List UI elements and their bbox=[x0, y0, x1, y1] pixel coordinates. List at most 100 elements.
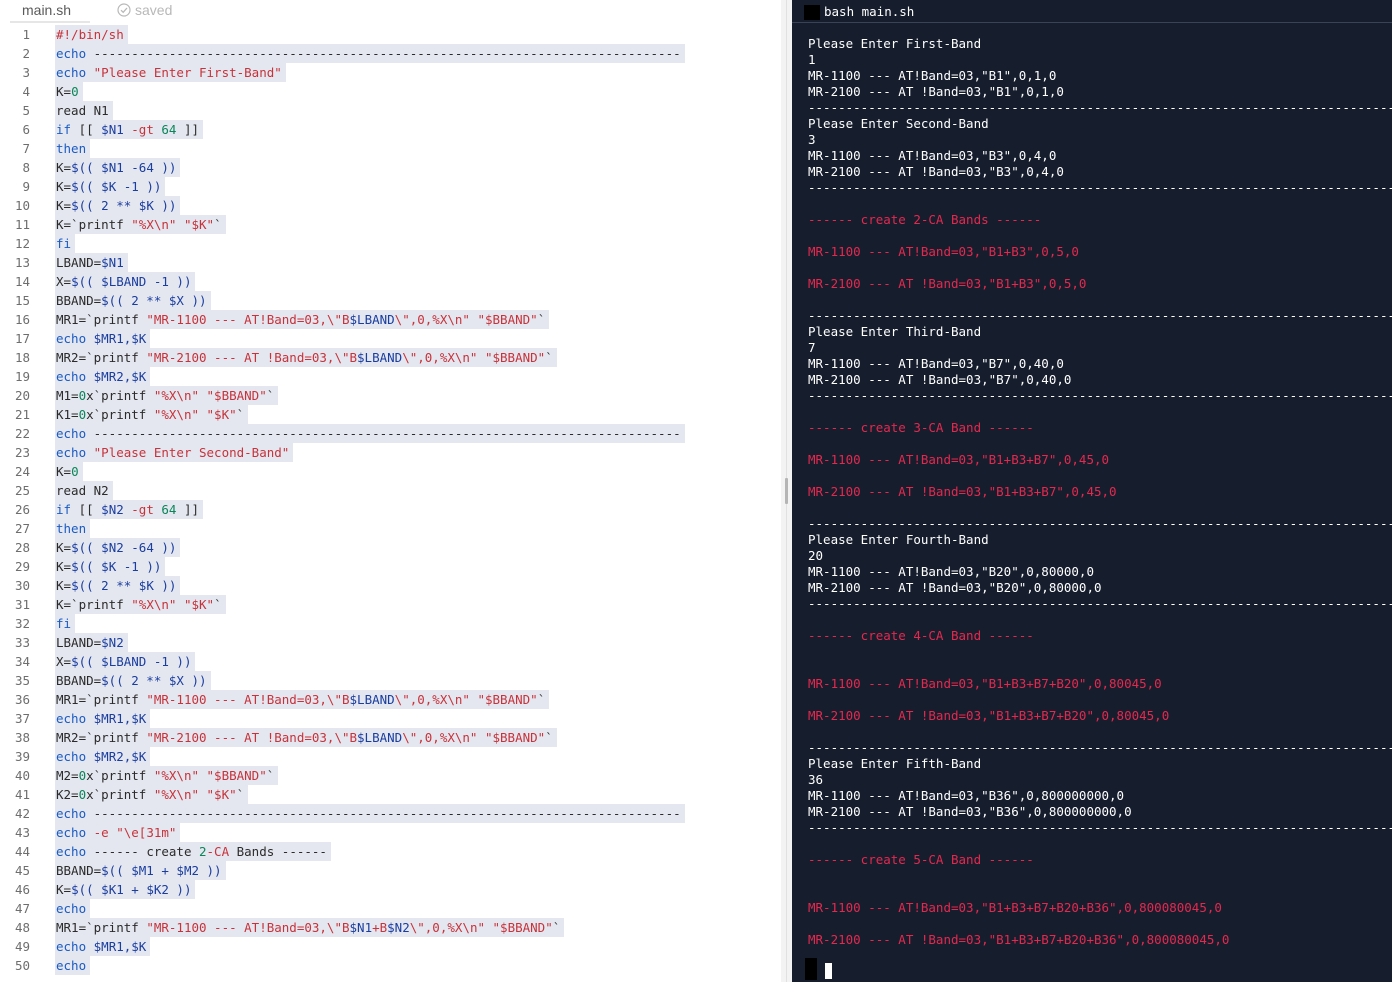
code-line[interactable]: 3 echo "Please Enter First-Band" bbox=[0, 63, 781, 82]
line-content[interactable]: K1=0x`printf "%X\n" "$K"` bbox=[55, 405, 249, 424]
line-content[interactable]: K2=0x`printf "%X\n" "$K"` bbox=[55, 785, 249, 804]
code-line[interactable]: 35 BBAND=$(( 2 ** $X )) bbox=[0, 671, 781, 690]
code-line[interactable]: 20 M1=0x`printf "%X\n" "$BBAND"` bbox=[0, 386, 781, 405]
line-content[interactable]: echo "Please Enter First-Band" bbox=[55, 63, 286, 82]
code-line[interactable]: 24 K=0 bbox=[0, 462, 781, 481]
line-content[interactable]: if [[ $N1 -gt 64 ]] bbox=[55, 120, 204, 139]
line-content[interactable]: echo -----------------------------------… bbox=[55, 44, 685, 63]
line-content[interactable]: K=$(( $N1 -64 )) bbox=[55, 158, 181, 177]
line-content[interactable]: M2=0x`printf "%X\n" "$BBAND"` bbox=[55, 766, 279, 785]
line-content[interactable]: MR1=`printf "MR-1100 --- AT!Band=03,\"B$… bbox=[55, 918, 565, 937]
code-line[interactable]: 42 echo ---------------------------------… bbox=[0, 804, 781, 823]
code-line[interactable]: 47 echo bbox=[0, 899, 781, 918]
code-line[interactable]: 9 K=$(( $K -1 )) bbox=[0, 177, 781, 196]
line-content[interactable]: echo $MR2,$K bbox=[55, 367, 151, 386]
code-line[interactable]: 29 K=$(( $K -1 )) bbox=[0, 557, 781, 576]
line-content[interactable]: echo $MR1,$K bbox=[55, 329, 151, 348]
line-content[interactable]: K=`printf "%X\n" "$K"` bbox=[55, 215, 226, 234]
line-content[interactable]: if [[ $N2 -gt 64 ]] bbox=[55, 500, 204, 519]
code-line[interactable]: 48 MR1=`printf "MR-1100 --- AT!Band=03,\"… bbox=[0, 918, 781, 937]
code-line[interactable]: 6 if [[ $N1 -gt 64 ]] bbox=[0, 120, 781, 139]
line-content[interactable]: #!/bin/sh bbox=[55, 25, 128, 44]
line-content[interactable]: MR2=`printf "MR-2100 --- AT !Band=03,\"B… bbox=[55, 728, 557, 747]
line-content[interactable]: echo bbox=[55, 956, 91, 975]
code-line[interactable]: 10 K=$(( 2 ** $K )) bbox=[0, 196, 781, 215]
code-line[interactable]: 14 X=$(( $LBAND -1 )) bbox=[0, 272, 781, 291]
code-line[interactable]: 16 MR1=`printf "MR-1100 --- AT!Band=03,\"… bbox=[0, 310, 781, 329]
code-line[interactable]: 49 echo $MR1,$K bbox=[0, 937, 781, 956]
code-line[interactable]: 15 BBAND=$(( 2 ** $X )) bbox=[0, 291, 781, 310]
code-line[interactable]: 41 K2=0x`printf "%X\n" "$K"` bbox=[0, 785, 781, 804]
code-line[interactable]: 2 echo ----------------------------------… bbox=[0, 44, 781, 63]
code-line[interactable]: 22 echo ---------------------------------… bbox=[0, 424, 781, 443]
code-area[interactable]: 1 #!/bin/sh 2 echo ------------------------… bbox=[0, 25, 781, 982]
line-content[interactable]: echo ------ create 2-CA Bands ------ bbox=[55, 842, 331, 861]
line-content[interactable]: echo $MR1,$K bbox=[55, 937, 151, 956]
code-line[interactable]: 18 MR2=`printf "MR-2100 --- AT !Band=03,\… bbox=[0, 348, 781, 367]
line-content[interactable]: echo -----------------------------------… bbox=[55, 804, 685, 823]
code-line[interactable]: 1 #!/bin/sh bbox=[0, 25, 781, 44]
line-content[interactable]: K=$(( $N2 -64 )) bbox=[55, 538, 181, 557]
code-line[interactable]: 26 if [[ $N2 -gt 64 ]] bbox=[0, 500, 781, 519]
line-content[interactable]: MR2=`printf "MR-2100 --- AT !Band=03,\"B… bbox=[55, 348, 557, 367]
resize-grip-icon[interactable] bbox=[785, 478, 788, 504]
code-line[interactable]: 46 K=$(( $K1 + $K2 )) bbox=[0, 880, 781, 899]
code-line[interactable]: 33 LBAND=$N2 bbox=[0, 633, 781, 652]
line-content[interactable]: read N1 bbox=[55, 101, 113, 120]
line-content[interactable]: LBAND=$N1 bbox=[55, 253, 128, 272]
code-line[interactable]: 21 K1=0x`printf "%X\n" "$K"` bbox=[0, 405, 781, 424]
code-line[interactable]: 5 read N1 bbox=[0, 101, 781, 120]
line-content[interactable]: K=$(( $K1 + $K2 )) bbox=[55, 880, 196, 899]
line-content[interactable]: K=$(( 2 ** $K )) bbox=[55, 576, 181, 595]
code-line[interactable]: 43 echo -e "\e[31m" bbox=[0, 823, 781, 842]
line-content[interactable]: echo -----------------------------------… bbox=[55, 424, 685, 443]
code-line[interactable]: 30 K=$(( 2 ** $K )) bbox=[0, 576, 781, 595]
code-line[interactable]: 50 echo bbox=[0, 956, 781, 975]
line-content[interactable]: BBAND=$(( $M1 + $M2 )) bbox=[55, 861, 226, 880]
line-content[interactable]: K=0 bbox=[55, 82, 83, 101]
code-line[interactable]: 8 K=$(( $N1 -64 )) bbox=[0, 158, 781, 177]
line-content[interactable]: K=$(( $K -1 )) bbox=[55, 177, 166, 196]
line-content[interactable]: echo -e "\e[31m" bbox=[55, 823, 181, 842]
line-content[interactable]: X=$(( $LBAND -1 )) bbox=[55, 652, 196, 671]
code-line[interactable]: 27 then bbox=[0, 519, 781, 538]
code-line[interactable]: 39 echo $MR2,$K bbox=[0, 747, 781, 766]
line-content[interactable]: echo bbox=[55, 899, 91, 918]
code-line[interactable]: 44 echo ------ create 2-CA Bands ------ bbox=[0, 842, 781, 861]
code-line[interactable]: 37 echo $MR1,$K bbox=[0, 709, 781, 728]
pane-resize-handle[interactable] bbox=[781, 0, 792, 982]
line-content[interactable]: MR1=`printf "MR-1100 --- AT!Band=03,\"B$… bbox=[55, 690, 550, 709]
code-line[interactable]: 23 echo "Please Enter Second-Band" bbox=[0, 443, 781, 462]
line-content[interactable]: BBAND=$(( 2 ** $X )) bbox=[55, 291, 211, 310]
line-content[interactable]: echo $MR1,$K bbox=[55, 709, 151, 728]
line-content[interactable]: fi bbox=[55, 614, 76, 633]
code-line[interactable]: 45 BBAND=$(( $M1 + $M2 )) bbox=[0, 861, 781, 880]
code-line[interactable]: 40 M2=0x`printf "%X\n" "$BBAND"` bbox=[0, 766, 781, 785]
code-line[interactable]: 12 fi bbox=[0, 234, 781, 253]
code-line[interactable]: 31 K=`printf "%X\n" "$K"` bbox=[0, 595, 781, 614]
line-content[interactable]: K=$(( $K -1 )) bbox=[55, 557, 166, 576]
line-content[interactable]: MR1=`printf "MR-1100 --- AT!Band=03,\"B$… bbox=[55, 310, 550, 329]
code-line[interactable]: 4 K=0 bbox=[0, 82, 781, 101]
code-line[interactable]: 34 X=$(( $LBAND -1 )) bbox=[0, 652, 781, 671]
code-line[interactable]: 19 echo $MR2,$K bbox=[0, 367, 781, 386]
line-content[interactable]: then bbox=[55, 139, 91, 158]
line-content[interactable]: M1=0x`printf "%X\n" "$BBAND"` bbox=[55, 386, 279, 405]
line-content[interactable]: echo $MR2,$K bbox=[55, 747, 151, 766]
code-line[interactable]: 25 read N2 bbox=[0, 481, 781, 500]
code-line[interactable]: 28 K=$(( $N2 -64 )) bbox=[0, 538, 781, 557]
code-line[interactable]: 13 LBAND=$N1 bbox=[0, 253, 781, 272]
line-content[interactable]: K=$(( 2 ** $K )) bbox=[55, 196, 181, 215]
line-content[interactable]: echo "Please Enter Second-Band" bbox=[55, 443, 294, 462]
code-line[interactable]: 36 MR1=`printf "MR-1100 --- AT!Band=03,\"… bbox=[0, 690, 781, 709]
code-line[interactable]: 7 then bbox=[0, 139, 781, 158]
line-content[interactable]: K=`printf "%X\n" "$K"` bbox=[55, 595, 226, 614]
line-content[interactable]: X=$(( $LBAND -1 )) bbox=[55, 272, 196, 291]
code-line[interactable]: 11 K=`printf "%X\n" "$K"` bbox=[0, 215, 781, 234]
code-line[interactable]: 38 MR2=`printf "MR-2100 --- AT !Band=03,\… bbox=[0, 728, 781, 747]
file-tab-main-sh[interactable]: main.sh bbox=[22, 2, 71, 18]
line-content[interactable]: then bbox=[55, 519, 91, 538]
terminal-pane[interactable]: bash main.sh Please Enter First-Band 1 MR-… bbox=[792, 0, 1392, 982]
line-content[interactable]: K=0 bbox=[55, 462, 83, 481]
line-content[interactable]: fi bbox=[55, 234, 76, 253]
